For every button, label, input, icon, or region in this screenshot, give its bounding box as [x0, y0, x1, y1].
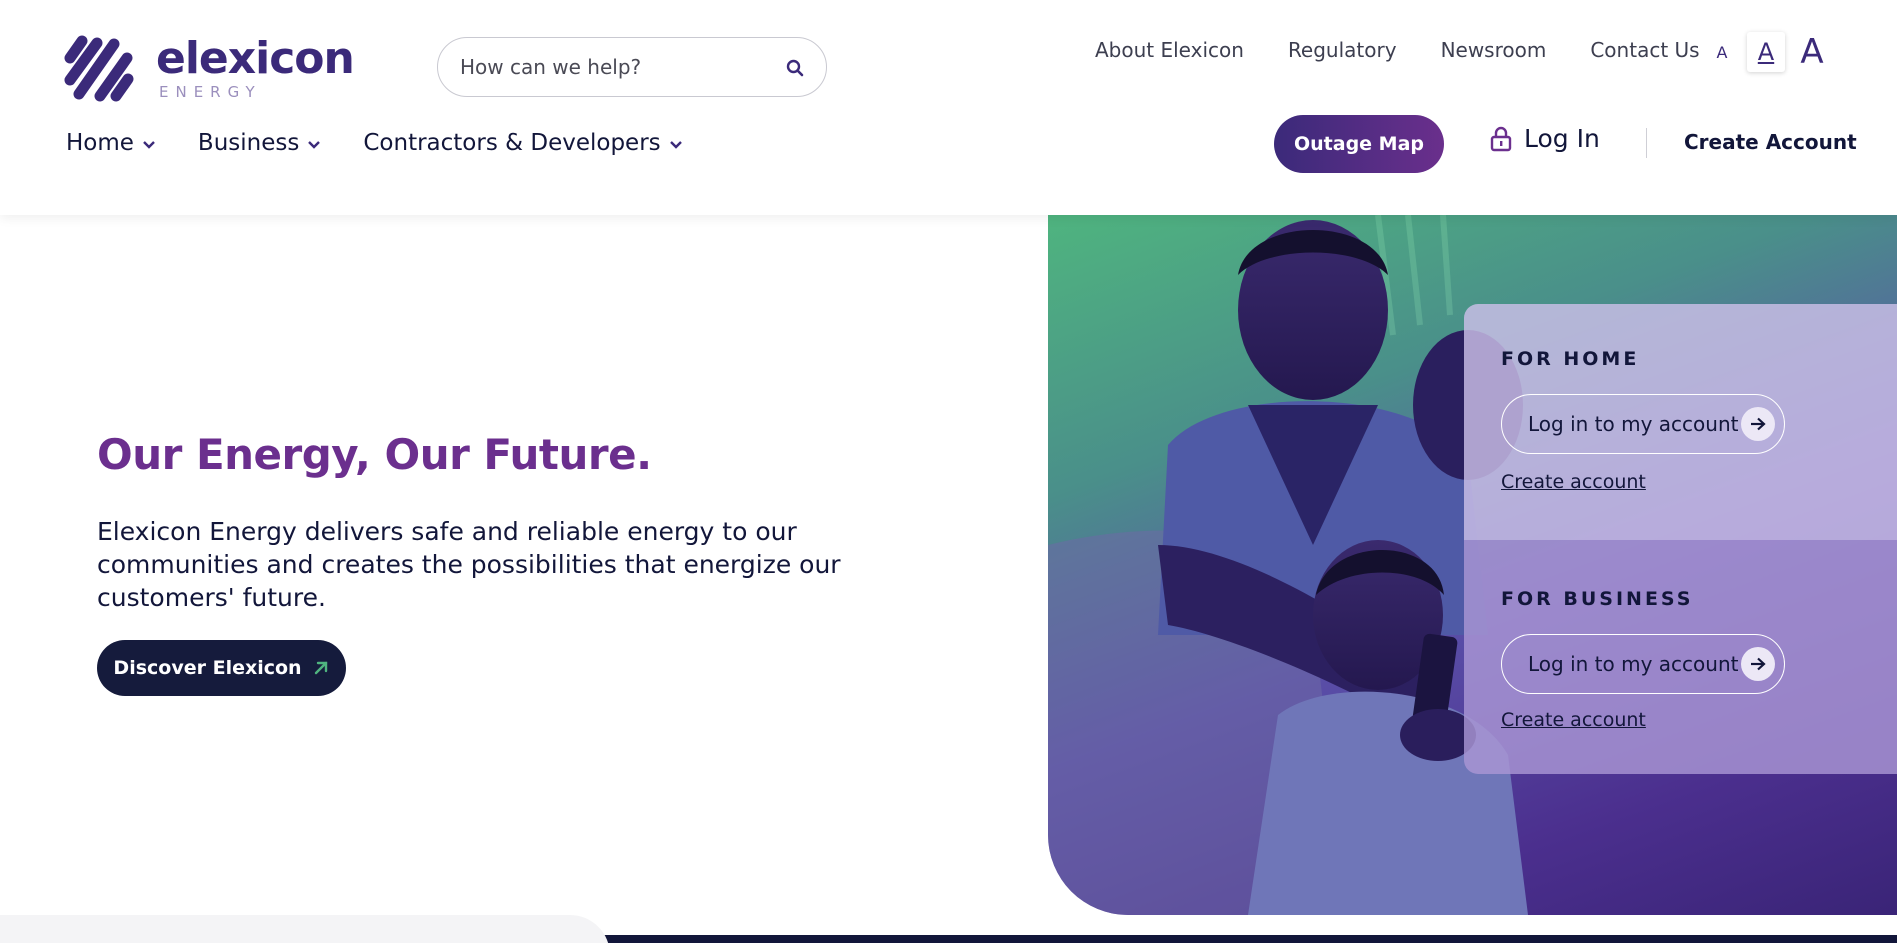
hero-description: Elexicon Energy delivers safe and reliab…	[97, 517, 841, 612]
arrow-up-right-icon	[314, 661, 327, 675]
discover-button-label: Discover Elexicon	[113, 657, 302, 679]
log-in-label: Log In	[1524, 124, 1600, 153]
home-create-account-link[interactable]: Create account	[1501, 471, 1646, 493]
nav-item-business[interactable]: Business	[198, 130, 321, 156]
create-account-link[interactable]: Create Account	[1684, 130, 1857, 154]
font-size-large-button[interactable]: A	[1793, 32, 1831, 72]
arrow-right-icon	[1741, 647, 1775, 681]
home-section-label: FOR HOME	[1501, 348, 1640, 370]
search-icon	[786, 59, 804, 77]
nav-item-label: Home	[66, 130, 134, 156]
bottom-curve-shape	[0, 915, 610, 943]
nav-item-label: Business	[197, 130, 300, 156]
arrow-right-icon	[1741, 407, 1775, 441]
utility-link-newsroom[interactable]: Newsroom	[1441, 38, 1547, 62]
lock-icon	[1490, 126, 1512, 151]
site-header: elexicon ENERGY About Elexicon Regulator…	[0, 0, 1897, 215]
utility-nav: About Elexicon Regulatory Newsroom Conta…	[1095, 38, 1700, 62]
chevron-down-icon	[143, 141, 155, 149]
logo-wordmark: elexicon	[156, 33, 355, 84]
business-create-account-link[interactable]: Create account	[1501, 709, 1646, 731]
font-size-small-button[interactable]: A	[1703, 32, 1741, 72]
utility-link-about[interactable]: About Elexicon	[1095, 38, 1244, 62]
chevron-down-icon	[669, 141, 682, 149]
hero-content: Our Energy, Our Future. Elexicon Energy …	[97, 430, 997, 614]
hero-title: Our Energy, Our Future.	[97, 430, 652, 479]
logo-mark-icon	[64, 35, 134, 102]
home-account-section: FOR HOME Log in to my account Create acc…	[1464, 304, 1897, 540]
business-account-section: FOR BUSINESS Log in to my account Create…	[1464, 540, 1897, 774]
logo-text: elexicon ENERGY	[156, 33, 355, 102]
business-section-label: FOR BUSINESS	[1501, 588, 1694, 610]
search-button[interactable]	[778, 51, 812, 85]
utility-link-regulatory[interactable]: Regulatory	[1288, 38, 1397, 62]
outage-map-button[interactable]: Outage Map	[1274, 115, 1444, 173]
home-log-in-button[interactable]: Log in to my account	[1501, 394, 1785, 454]
header-divider	[1646, 128, 1647, 158]
search-input[interactable]	[460, 55, 760, 79]
business-log-in-label: Log in to my account	[1528, 652, 1739, 676]
nav-item-label: Contractors & Developers	[363, 130, 661, 156]
utility-link-contact[interactable]: Contact Us	[1590, 38, 1699, 62]
nav-item-home[interactable]: Home	[66, 130, 156, 156]
elexicon-logo[interactable]: elexicon ENERGY	[64, 33, 355, 104]
account-login-panel: FOR HOME Log in to my account Create acc…	[1464, 304, 1897, 774]
font-size-controls: A A A	[1703, 32, 1831, 72]
business-log-in-button[interactable]: Log in to my account	[1501, 634, 1785, 694]
chevron-down-icon	[308, 141, 321, 149]
home-log-in-label: Log in to my account	[1528, 412, 1739, 436]
log-in-link[interactable]: Log In	[1490, 124, 1600, 153]
nav-item-contractors[interactable]: Contractors & Developers	[363, 130, 682, 156]
logo-subline: ENERGY	[159, 83, 262, 101]
font-size-medium-button[interactable]: A	[1747, 32, 1785, 72]
search-box	[437, 37, 827, 97]
main-nav: Home Business Contractors & Developers	[66, 130, 725, 156]
discover-elexicon-button[interactable]: Discover Elexicon	[97, 640, 346, 696]
